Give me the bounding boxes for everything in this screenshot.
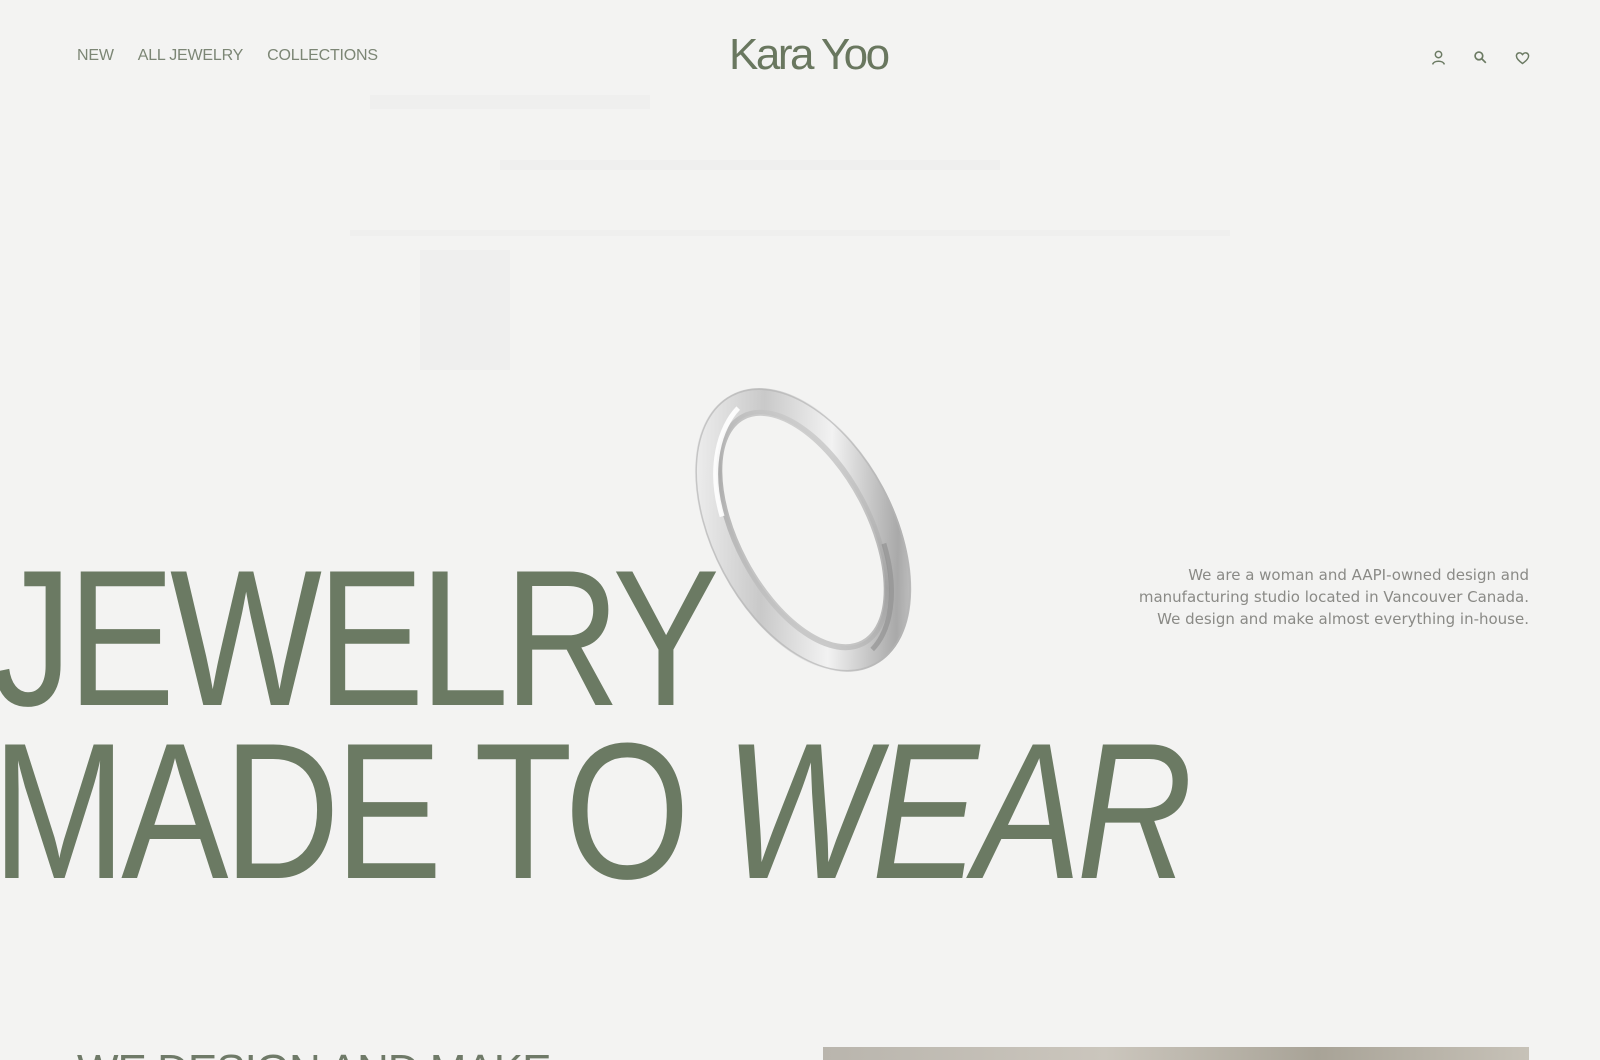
next-section-heading: WE DESIGN AND MAKE bbox=[77, 1046, 551, 1060]
wishlist-heart-icon[interactable] bbox=[1512, 47, 1532, 67]
nav-link-all-jewelry[interactable]: ALL JEWELRY bbox=[138, 47, 244, 65]
hero-headline-regular: MADE TO bbox=[0, 703, 690, 920]
nav-link-collections[interactable]: COLLECTIONS bbox=[267, 47, 378, 65]
main-nav: NEW ALL JEWELRY COLLECTIONS bbox=[77, 47, 378, 65]
intro-line: manufacturing studio located in Vancouve… bbox=[1138, 588, 1529, 606]
nav-link-new[interactable]: NEW bbox=[77, 47, 114, 65]
header-icons bbox=[1428, 47, 1532, 67]
hero-headline-line-2: MADE TO WEAR bbox=[0, 715, 1193, 909]
background-texture bbox=[370, 95, 650, 109]
background-texture bbox=[500, 160, 1000, 170]
intro-text: We are a woman and AAPI-owned design and… bbox=[1059, 564, 1529, 630]
intro-line: We design and make almost everything in-… bbox=[1157, 610, 1529, 628]
search-icon[interactable] bbox=[1470, 47, 1490, 67]
hero-headline-italic: WEAR bbox=[724, 703, 1193, 920]
account-icon[interactable] bbox=[1428, 47, 1448, 67]
background-texture bbox=[350, 230, 1230, 236]
page: NEW ALL JEWELRY COLLECTIONS Kara Yoo JEW… bbox=[0, 0, 1600, 1060]
background-texture bbox=[420, 250, 510, 370]
intro-line: We are a woman and AAPI-owned design and bbox=[1188, 566, 1529, 584]
brand-logo[interactable]: Kara Yoo bbox=[729, 30, 890, 80]
next-section-image bbox=[823, 1047, 1529, 1060]
